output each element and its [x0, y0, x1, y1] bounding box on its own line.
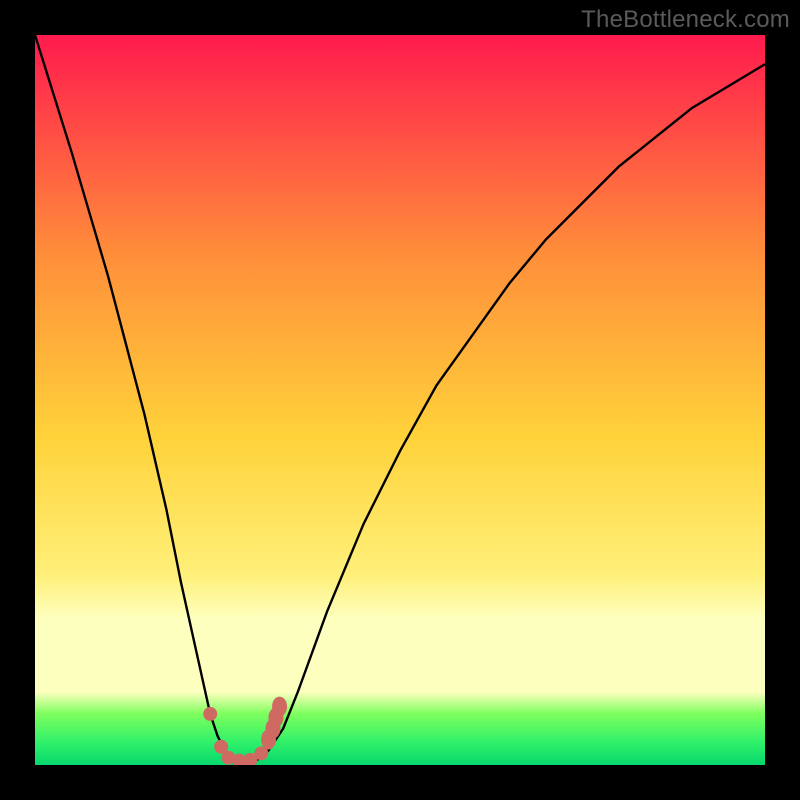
bottleneck-curve [35, 35, 765, 765]
chart-frame: TheBottleneck.com [0, 0, 800, 800]
curve-marker [272, 697, 287, 717]
plot-area [35, 35, 765, 765]
watermark-text: TheBottleneck.com [581, 6, 790, 34]
curve-marker [203, 707, 217, 721]
